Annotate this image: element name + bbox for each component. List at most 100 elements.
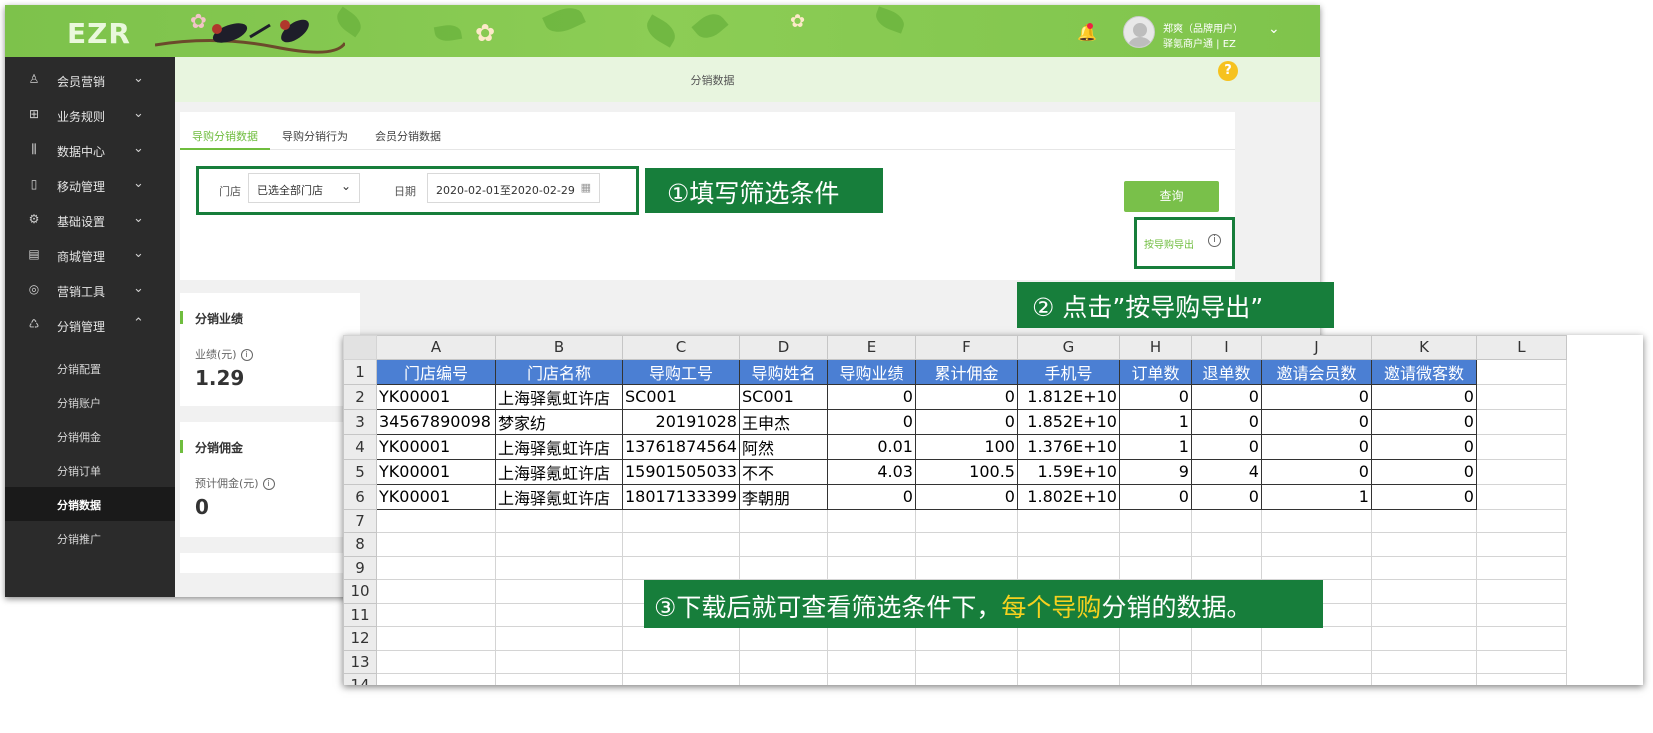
row-header[interactable]: 7	[343, 508, 377, 533]
sheet-cell-empty[interactable]	[1475, 626, 1567, 651]
sheet-cell[interactable]: YK00001	[376, 383, 496, 410]
sheet-cell[interactable]: 梦家纺	[495, 408, 623, 435]
sheet-cell-empty[interactable]	[622, 508, 740, 533]
sidebar-item-member-marketing[interactable]: ♙ 会员营销 ⌄	[5, 63, 175, 98]
tab-guide-distribution-data[interactable]: 导购分销数据	[192, 128, 258, 144]
sheet-header-cell[interactable]: 门店编号	[376, 358, 496, 385]
sheet-cell-empty[interactable]	[1016, 626, 1120, 651]
sheet-cell-empty[interactable]	[826, 673, 916, 685]
sheet-cell[interactable]: 0.01	[826, 433, 916, 460]
sidebar-item-distribution[interactable]: ♺ 分销管理 ⌃	[5, 308, 175, 343]
submenu-distribution-account[interactable]: 分销账户	[5, 385, 175, 419]
tab-member-distribution-data[interactable]: 会员分销数据	[375, 128, 441, 144]
column-header[interactable]: I	[1190, 335, 1262, 360]
sheet-cell[interactable]: 0	[1190, 483, 1262, 510]
sheet-cell[interactable]: 上海驿氪虹许店	[495, 458, 623, 485]
sheet-header-cell[interactable]: 累计佣金	[914, 358, 1018, 385]
sheet-cell[interactable]: 0	[1118, 483, 1192, 510]
sheet-cell[interactable]: SC001	[738, 383, 828, 410]
column-header[interactable]: J	[1260, 335, 1372, 360]
tab-guide-distribution-behavior[interactable]: 导购分销行为	[282, 128, 348, 144]
sheet-cell-empty[interactable]	[1260, 649, 1372, 674]
sheet-cell-empty[interactable]	[495, 602, 623, 627]
sheet-cell-empty[interactable]	[1475, 383, 1567, 410]
sheet-cell-empty[interactable]	[1190, 508, 1262, 533]
row-header[interactable]: 4	[343, 433, 377, 460]
column-header[interactable]: K	[1370, 335, 1477, 360]
sheet-cell[interactable]: 0	[826, 383, 916, 410]
sheet-cell[interactable]: 0	[1260, 458, 1372, 485]
sheet-cell-empty[interactable]	[1260, 532, 1372, 557]
help-icon[interactable]: ?	[1218, 61, 1238, 81]
sheet-cell-empty[interactable]	[376, 508, 496, 533]
sheet-cell-empty[interactable]	[1016, 532, 1120, 557]
sheet-cell[interactable]: 1.59E+10	[1016, 458, 1120, 485]
sheet-cell-empty[interactable]	[1475, 579, 1567, 604]
sheet-cell-empty[interactable]	[376, 532, 496, 557]
row-header[interactable]: 8	[343, 532, 377, 557]
row-header[interactable]: 5	[343, 458, 377, 485]
sheet-cell-empty[interactable]	[1260, 626, 1372, 651]
sheet-cell-empty[interactable]	[826, 555, 916, 580]
store-select[interactable]: 已选全部门店 ⌄	[248, 173, 360, 203]
sheet-cell-empty[interactable]	[1190, 532, 1262, 557]
sheet-cell-empty[interactable]	[376, 626, 496, 651]
sheet-cell-empty[interactable]	[1475, 602, 1567, 627]
sheet-cell[interactable]: 0	[1370, 483, 1477, 510]
sheet-cell[interactable]: 0	[914, 383, 1018, 410]
sheet-cell[interactable]: 0	[1118, 383, 1192, 410]
sheet-cell-empty[interactable]	[914, 532, 1018, 557]
sheet-header-cell[interactable]: 退单数	[1190, 358, 1262, 385]
sheet-cell[interactable]: 上海驿氪虹许店	[495, 433, 623, 460]
sheet-cell-empty[interactable]	[914, 626, 1018, 651]
sheet-cell-empty[interactable]	[914, 555, 1018, 580]
sheet-cell-empty[interactable]	[1370, 532, 1477, 557]
sheet-header-cell[interactable]: 订单数	[1118, 358, 1192, 385]
sheet-cell[interactable]: 1.802E+10	[1016, 483, 1120, 510]
row-header[interactable]: 3	[343, 408, 377, 435]
sheet-cell-empty[interactable]	[622, 673, 740, 685]
row-header[interactable]: 1	[343, 358, 377, 385]
sheet-header-cell[interactable]: 门店名称	[495, 358, 623, 385]
sheet-cell[interactable]: 0	[914, 483, 1018, 510]
sheet-cell[interactable]: 上海驿氪虹许店	[495, 383, 623, 410]
sheet-cell[interactable]: 1.812E+10	[1016, 383, 1120, 410]
chevron-down-icon[interactable]: ⌄	[1268, 21, 1280, 37]
sheet-cell[interactable]: 0	[914, 408, 1018, 435]
sheet-cell-empty[interactable]	[1118, 649, 1192, 674]
sheet-cell-empty[interactable]	[1260, 673, 1372, 685]
sheet-cell[interactable]: 1.376E+10	[1016, 433, 1120, 460]
sheet-cell-empty[interactable]	[826, 649, 916, 674]
sheet-cell-empty[interactable]	[1260, 555, 1372, 580]
sheet-cell-empty[interactable]	[1475, 555, 1567, 580]
sheet-cell-empty[interactable]	[376, 602, 496, 627]
sidebar-item-mobile[interactable]: ▯ 移动管理 ⌄	[5, 168, 175, 203]
sheet-cell-empty[interactable]	[738, 508, 828, 533]
row-header[interactable]: 13	[343, 649, 377, 674]
sheet-cell-empty[interactable]	[1118, 555, 1192, 580]
sheet-cell[interactable]: 李朝朋	[738, 483, 828, 510]
row-header[interactable]: 2	[343, 383, 377, 410]
sheet-cell[interactable]: YK00001	[376, 483, 496, 510]
column-header[interactable]: B	[495, 335, 623, 360]
sheet-cell-empty[interactable]	[495, 508, 623, 533]
sheet-cell-empty[interactable]	[1016, 673, 1120, 685]
row-header[interactable]: 6	[343, 483, 377, 510]
sheet-cell[interactable]: 0	[1370, 433, 1477, 460]
sheet-cell-empty[interactable]	[495, 579, 623, 604]
sheet-cell-empty[interactable]	[826, 532, 916, 557]
sheet-cell[interactable]: 阿然	[738, 433, 828, 460]
sheet-cell-empty[interactable]	[1370, 649, 1477, 674]
sheet-cell-empty[interactable]	[1016, 649, 1120, 674]
sheet-cell[interactable]: 不不	[738, 458, 828, 485]
sheet-cell[interactable]: 0	[1190, 383, 1262, 410]
sheet-cell-empty[interactable]	[1370, 508, 1477, 533]
sheet-cell-empty[interactable]	[738, 649, 828, 674]
sheet-cell[interactable]: 0	[1260, 383, 1372, 410]
sheet-cell-empty[interactable]	[622, 532, 740, 557]
sheet-cell-empty[interactable]	[1475, 408, 1567, 435]
sheet-cell[interactable]: 0	[1370, 383, 1477, 410]
column-header[interactable]: F	[914, 335, 1018, 360]
sheet-cell[interactable]: 王申杰	[738, 408, 828, 435]
sheet-header-cell[interactable]: 导购工号	[622, 358, 740, 385]
